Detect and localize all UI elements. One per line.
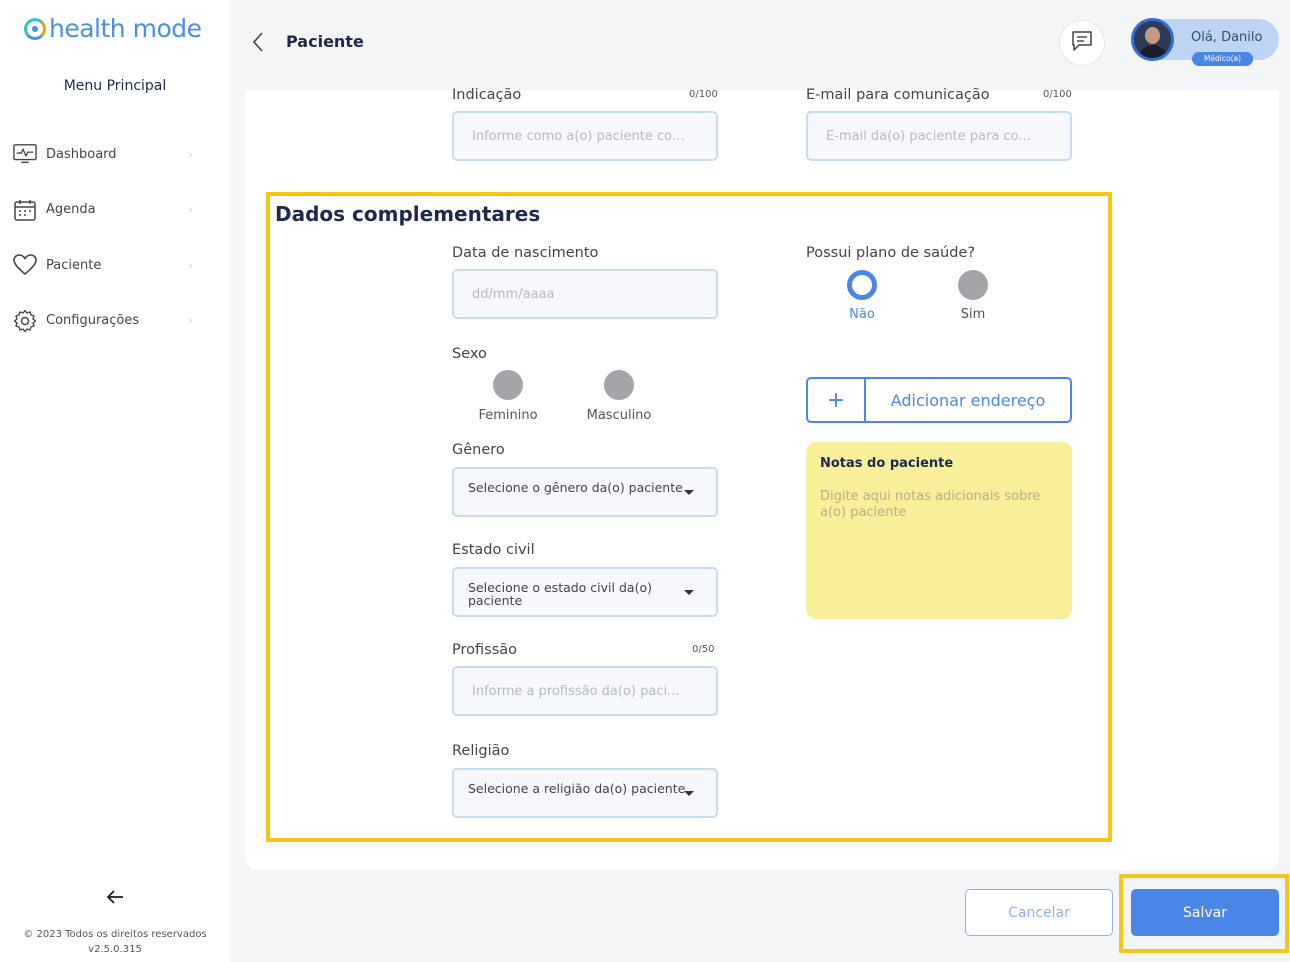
health-plan-no-radio[interactable] bbox=[847, 270, 877, 300]
sex-label: Sexo bbox=[452, 346, 487, 362]
sidebar-item-label: Configurações bbox=[46, 313, 140, 328]
health-plan-label: Possui plano de saúde? bbox=[806, 245, 976, 261]
marital-status-select-placeholder: Selecione o estado civil da(o) paciente bbox=[468, 580, 652, 608]
section-title: Dados complementares bbox=[275, 202, 541, 226]
menu-title: Menu Principal bbox=[63, 78, 167, 94]
patient-notes[interactable]: Notas do paciente Digite aqui notas adic… bbox=[806, 442, 1072, 619]
sidebar: health mode Menu Principal Dashboard › A… bbox=[0, 0, 230, 962]
add-address-label: Adicionar endereço bbox=[890, 390, 1046, 410]
profession-input[interactable]: Informe a profissão da(o) paci... bbox=[452, 666, 718, 716]
heart-icon bbox=[13, 253, 37, 277]
caret-down-icon bbox=[684, 490, 694, 495]
sex-female-radio[interactable] bbox=[493, 370, 523, 400]
cancel-button[interactable]: Cancelar bbox=[965, 889, 1113, 936]
gender-select-placeholder: Selecione o gênero da(o) paciente bbox=[468, 480, 683, 495]
logo-icon bbox=[24, 17, 46, 40]
sidebar-item-label: Agenda bbox=[46, 202, 96, 217]
health-plan-yes-label: Sim bbox=[960, 307, 986, 322]
chevron-right-icon: › bbox=[188, 258, 193, 272]
profession-counter: 0/50 bbox=[692, 644, 715, 655]
save-button[interactable]: Salvar bbox=[1131, 889, 1279, 936]
sidebar-item-label: Dashboard bbox=[46, 146, 117, 162]
version-text: v2.5.0.315 bbox=[88, 944, 142, 955]
religion-select-placeholder: Selecione a religião da(o) paciente bbox=[468, 781, 686, 796]
gender-label: Gênero bbox=[452, 442, 505, 458]
caret-down-icon bbox=[684, 590, 694, 595]
user-menu[interactable]: Olá, Danilo Médico(a) bbox=[1131, 18, 1279, 66]
calendar-icon bbox=[13, 198, 37, 222]
plus-icon: + bbox=[808, 379, 866, 421]
avatar bbox=[1131, 18, 1174, 61]
gender-select[interactable]: Selecione o gênero da(o) paciente bbox=[452, 467, 718, 517]
marital-status-select[interactable]: Selecione o estado civil da(o) paciente bbox=[452, 567, 718, 617]
collapse-sidebar-arrow-icon[interactable] bbox=[104, 886, 126, 908]
notes-textarea[interactable]: Digite aqui notas adicionais sobre a(o) … bbox=[820, 489, 1058, 521]
religion-label: Religião bbox=[452, 743, 510, 759]
sidebar-item-label: Paciente bbox=[46, 257, 102, 273]
religion-select[interactable]: Selecione a religião da(o) paciente bbox=[452, 768, 718, 818]
sidebar-item-paciente[interactable]: Paciente › bbox=[13, 251, 203, 279]
email-input[interactable]: E-mail da(o) paciente para co... bbox=[806, 111, 1072, 161]
sidebar-nav: Dashboard › Agenda › Paciente › Configur… bbox=[13, 140, 203, 362]
profession-label: Profissão bbox=[452, 642, 518, 658]
birthdate-input[interactable]: dd/mm/aaaa bbox=[452, 269, 718, 319]
logo[interactable]: health mode bbox=[24, 14, 202, 43]
chat-button[interactable] bbox=[1059, 20, 1105, 66]
sidebar-item-configuracoes[interactable]: Configurações › bbox=[13, 307, 203, 335]
sex-male-radio[interactable] bbox=[604, 370, 634, 400]
email-label: E-mail para comunicação bbox=[806, 87, 990, 103]
gear-icon bbox=[13, 309, 37, 333]
indicacao-input[interactable]: Informe como a(o) paciente co... bbox=[452, 111, 718, 161]
copyright-text: © 2023 Todos os direitos reservados bbox=[23, 929, 207, 940]
logo-text: health mode bbox=[49, 14, 202, 43]
chevron-right-icon: › bbox=[188, 203, 193, 216]
role-badge: Médico(a) bbox=[1192, 52, 1253, 66]
back-chevron-icon[interactable] bbox=[246, 30, 270, 54]
chevron-right-icon: › bbox=[188, 314, 193, 327]
email-counter: 0/100 bbox=[1043, 89, 1072, 100]
health-plan-yes-radio[interactable] bbox=[958, 270, 988, 300]
indicacao-counter: 0/100 bbox=[689, 89, 718, 100]
chat-icon bbox=[1071, 30, 1093, 56]
health-plan-no-label: Não bbox=[849, 307, 875, 322]
sex-female-label: Feminino bbox=[478, 408, 538, 423]
sidebar-item-agenda[interactable]: Agenda › bbox=[13, 196, 203, 224]
birthdate-label: Data de nascimento bbox=[452, 245, 599, 261]
copyright: © 2023 Todos os direitos reservados v2.5… bbox=[0, 927, 230, 957]
user-greeting: Olá, Danilo bbox=[1191, 30, 1263, 45]
sex-male-label: Masculino bbox=[586, 408, 652, 423]
page-title: Paciente bbox=[286, 32, 364, 51]
notes-title: Notas do paciente bbox=[820, 456, 954, 471]
dashboard-monitor-icon bbox=[13, 142, 37, 166]
add-address-button[interactable]: + Adicionar endereço bbox=[806, 377, 1072, 423]
caret-down-icon bbox=[684, 791, 694, 796]
chevron-right-icon: › bbox=[188, 147, 193, 161]
marital-status-label: Estado civil bbox=[452, 542, 535, 558]
indicacao-label: Indicação bbox=[452, 87, 522, 103]
sidebar-item-dashboard[interactable]: Dashboard › bbox=[13, 140, 203, 168]
